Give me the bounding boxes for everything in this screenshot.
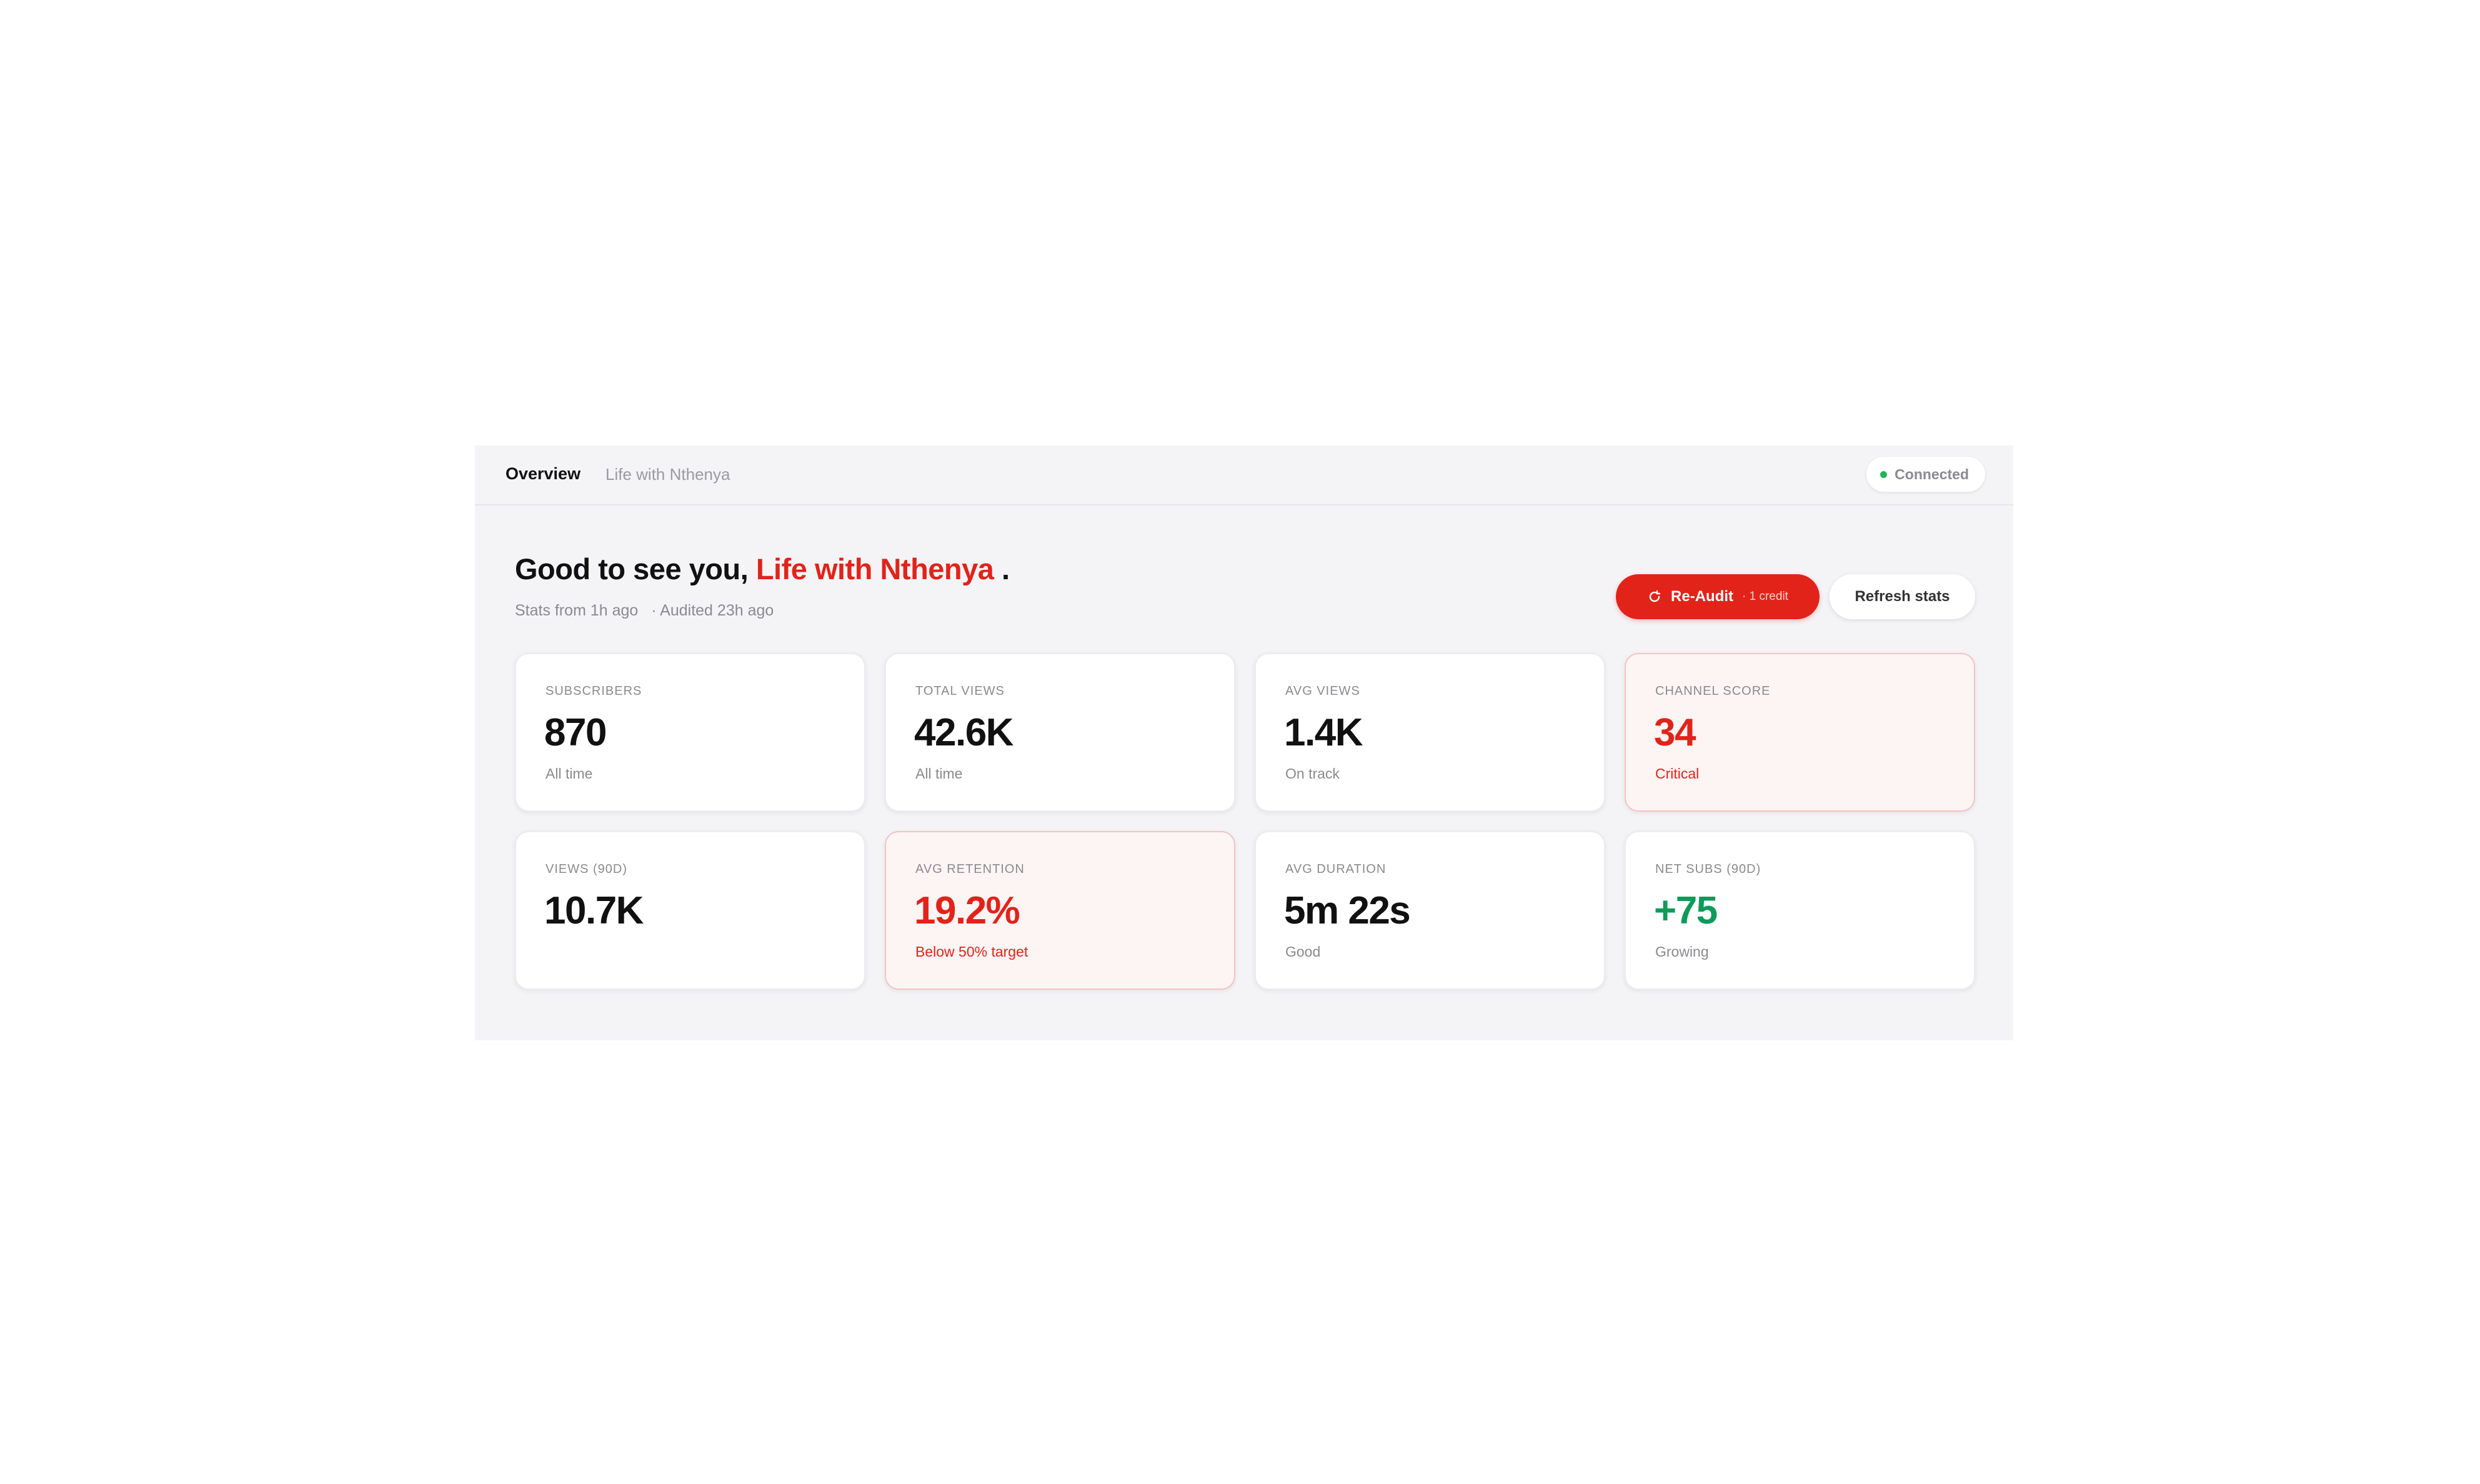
refresh-icon [1647, 589, 1662, 604]
stat-value: 10.7K [544, 889, 644, 932]
stat-card-avg-retention: AVG RETENTION 19.2% Below 50% target [885, 831, 1235, 990]
stat-value: 42.6K [914, 711, 1013, 754]
stat-note: Critical [1655, 765, 1700, 782]
stat-label: TOTAL VIEWS [915, 684, 1005, 698]
stat-label: AVG RETENTION [915, 862, 1025, 876]
stat-value: 5m 22s [1284, 889, 1411, 932]
stat-label: CHANNEL SCORE [1655, 684, 1771, 698]
greeting-channel-name: Life with Nthenya [755, 552, 994, 585]
re-audit-button[interactable]: Re-Audit · 1 credit [1616, 574, 1820, 619]
stat-note: Growing [1655, 944, 1709, 960]
page-title: Good to see you, Life with Nthenya . [515, 552, 1010, 586]
breadcrumb-channel[interactable]: Life with Nthenya [605, 465, 730, 484]
refresh-stats-button[interactable]: Refresh stats [1830, 574, 1975, 619]
stat-label: NET SUBS (90D) [1655, 862, 1761, 876]
stat-card-net-subs-90d: NET SUBS (90D) +75 Growing [1625, 831, 1975, 990]
stats-age: Stats from 1h ago [515, 602, 639, 619]
connection-status-badge: Connected [1866, 457, 1985, 492]
connection-status-label: Connected [1895, 466, 1969, 482]
stat-label: VIEWS (90D) [545, 862, 628, 876]
dashboard-panel: Overview Life with Nthenya Connected Goo… [475, 446, 2013, 1040]
re-audit-label: Re-Audit [1671, 588, 1734, 605]
stat-card-views-90d: VIEWS (90D) 10.7K [515, 831, 865, 990]
stats-freshness: Stats from 1h ago · Audited 23h ago [515, 602, 774, 620]
top-bar: Overview Life with Nthenya Connected [475, 446, 2013, 505]
stat-label: AVG VIEWS [1285, 684, 1360, 698]
stat-value: 1.4K [1284, 711, 1363, 754]
stat-note: On track [1285, 765, 1340, 782]
stat-label: SUBSCRIBERS [545, 684, 642, 698]
audit-age: · Audited 23h ago [651, 602, 774, 619]
stat-note: Below 50% target [915, 944, 1028, 960]
stat-card-subscribers: SUBSCRIBERS 870 All time [515, 653, 865, 812]
stat-value: 19.2% [914, 889, 1020, 932]
stat-card-avg-views: AVG VIEWS 1.4K On track [1255, 653, 1605, 812]
greeting-prefix: Good to see you, [515, 552, 749, 585]
stat-note: Good [1285, 944, 1321, 960]
stat-note: All time [545, 765, 593, 782]
breadcrumb-overview[interactable]: Overview [505, 464, 580, 484]
stat-card-avg-duration: AVG DURATION 5m 22s Good [1255, 831, 1605, 990]
stat-value: 34 [1654, 711, 1696, 754]
stat-note: All time [915, 765, 963, 782]
re-audit-credit: · 1 credit [1742, 590, 1788, 603]
greeting-suffix: . [1001, 552, 1010, 585]
stat-value: +75 [1654, 889, 1718, 932]
stat-value: 870 [544, 711, 607, 754]
stat-card-total-views: TOTAL VIEWS 42.6K All time [885, 653, 1235, 812]
stats-grid: SUBSCRIBERS 870 All time TOTAL VIEWS 42.… [515, 653, 1976, 990]
stat-label: AVG DURATION [1285, 862, 1387, 876]
status-dot-icon [1880, 471, 1888, 478]
stat-card-channel-score: CHANNEL SCORE 34 Critical [1625, 653, 1975, 812]
